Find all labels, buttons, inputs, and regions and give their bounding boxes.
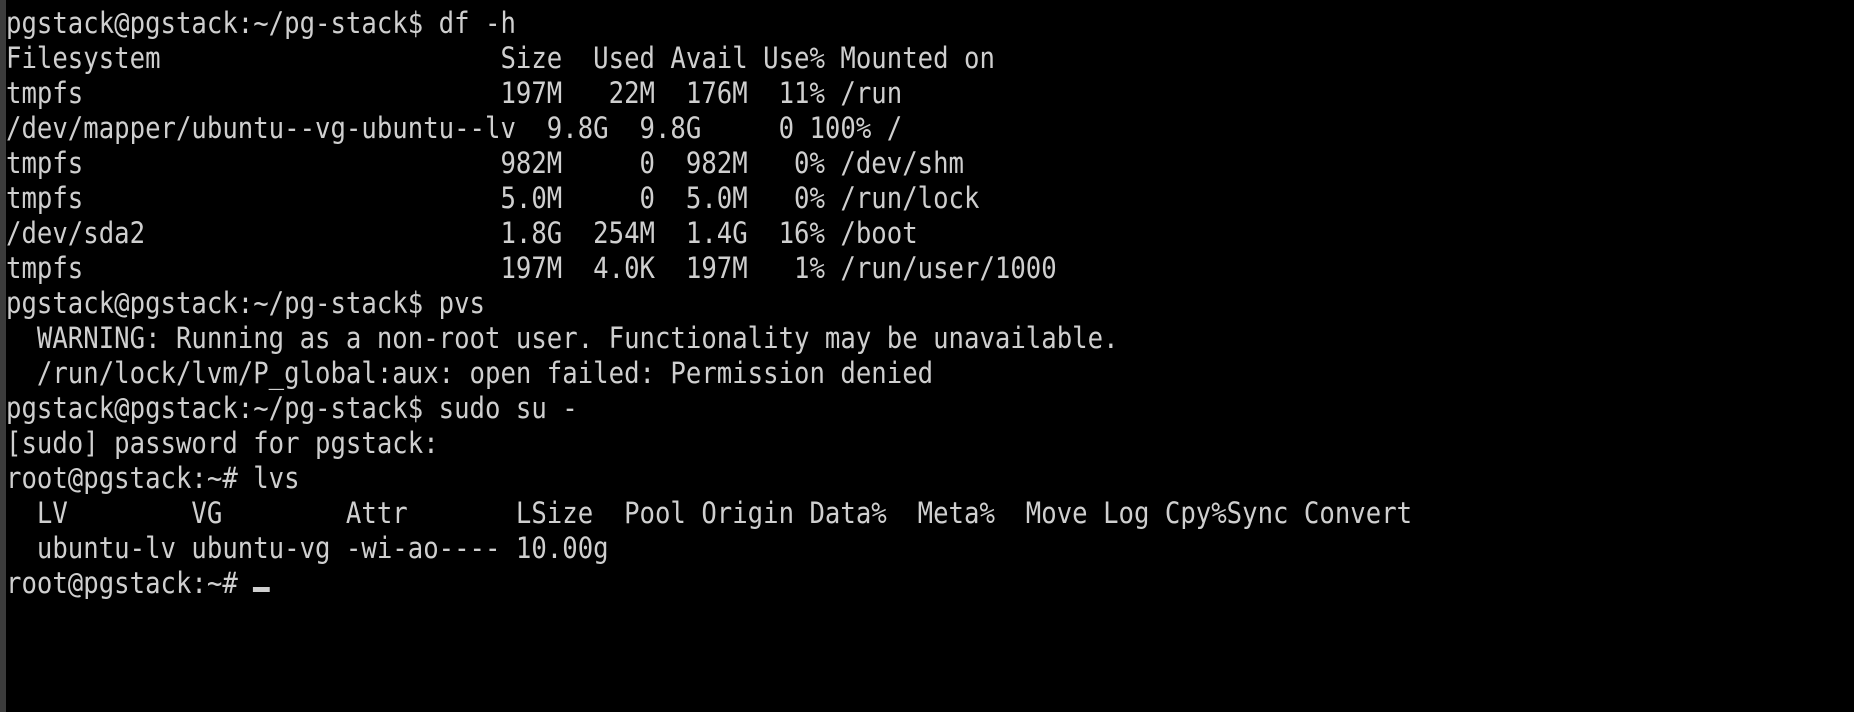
terminal-line-df-row-tmpfs-user: tmpfs 197M 4.0K 197M 1% /run/user/1000 bbox=[6, 251, 1057, 285]
terminal-line-lvs-header: LV VG Attr LSize Pool Origin Data% Meta%… bbox=[6, 496, 1413, 530]
terminal-window[interactable]: pgstack@pgstack:~/pg-stack$ df -h Filesy… bbox=[0, 0, 1854, 712]
terminal-line-df-row-ubuntu-lv: /dev/mapper/ubuntu--vg-ubuntu--lv 9.8G 9… bbox=[6, 111, 903, 145]
terminal-line-lvs-row-ubuntu-lv: ubuntu-lv ubuntu-vg -wi-ao---- 10.00g bbox=[6, 531, 609, 565]
terminal-screen[interactable]: pgstack@pgstack:~/pg-stack$ df -h Filesy… bbox=[6, 0, 1854, 712]
terminal-line-df-row-tmpfs-shm: tmpfs 982M 0 982M 0% /dev/shm bbox=[6, 146, 965, 180]
terminal-line-command-df: pgstack@pgstack:~/pg-stack$ df -h bbox=[6, 6, 516, 40]
terminal-line-df-row-tmpfs-run: tmpfs 197M 22M 176M 11% /run bbox=[6, 76, 903, 110]
text-cursor bbox=[253, 587, 271, 592]
terminal-line-sudo-password-prompt: [sudo] password for pgstack: bbox=[6, 426, 439, 460]
terminal-line-command-lvs: root@pgstack:~# lvs bbox=[6, 461, 300, 495]
terminal-line-df-header: Filesystem Size Used Avail Use% Mounted … bbox=[6, 41, 995, 75]
terminal-line-pvs-error: /run/lock/lvm/P_global:aux: open failed:… bbox=[6, 356, 934, 390]
terminal-line-df-row-sda2: /dev/sda2 1.8G 254M 1.4G 16% /boot bbox=[6, 216, 918, 250]
terminal-line-command-pvs: pgstack@pgstack:~/pg-stack$ pvs bbox=[6, 286, 486, 320]
terminal-line-prompt-final[interactable]: root@pgstack:~# bbox=[6, 566, 1641, 601]
terminal-line-command-sudo-su: pgstack@pgstack:~/pg-stack$ sudo su - bbox=[6, 391, 578, 425]
final-prompt-text: root@pgstack:~# bbox=[6, 566, 254, 600]
terminal-line-pvs-warning: WARNING: Running as a non-root user. Fun… bbox=[6, 321, 1119, 355]
terminal-line-df-row-tmpfs-runlock: tmpfs 5.0M 0 5.0M 0% /run/lock bbox=[6, 181, 980, 215]
